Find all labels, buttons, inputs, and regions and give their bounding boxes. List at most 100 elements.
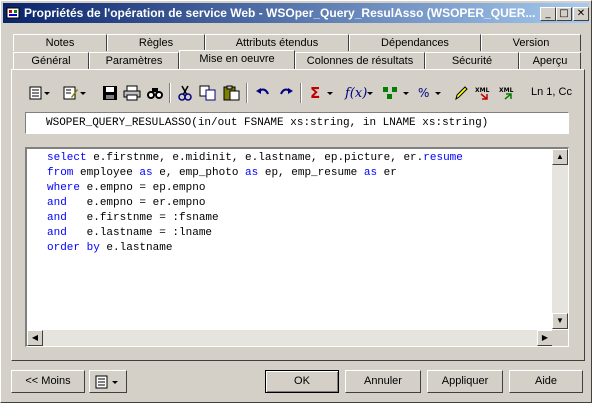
code-line: order by e.lastname bbox=[47, 241, 463, 256]
print-icon bbox=[123, 85, 141, 101]
help-button-label: Aide bbox=[534, 375, 558, 387]
xml-export-tool[interactable]: XML bbox=[499, 85, 517, 101]
tab-label: Version bbox=[512, 37, 550, 49]
code-keyword: and bbox=[47, 212, 67, 224]
find-icon bbox=[147, 88, 163, 99]
code-keyword: where bbox=[47, 182, 81, 194]
code-editor[interactable]: select e.firstnme, e.midinit, e.lastname… bbox=[25, 147, 569, 347]
code-text: er bbox=[377, 167, 397, 179]
save-tool[interactable] bbox=[102, 85, 118, 101]
tab-apercu[interactable]: Aperçu bbox=[519, 52, 581, 69]
scrollbar-corner bbox=[552, 330, 568, 346]
signature-field[interactable]: WSOPER_QUERY_RESULASSO(in/out FSNAME xs:… bbox=[25, 112, 569, 134]
maximize-button[interactable]: □ bbox=[556, 7, 572, 21]
edit-tool[interactable] bbox=[63, 85, 87, 101]
tab-label: Paramètres bbox=[105, 55, 163, 67]
window-title: Propriétés de l'opération de service Web… bbox=[24, 6, 536, 20]
undo-tool[interactable] bbox=[255, 85, 271, 101]
code-keyword: resume bbox=[423, 152, 463, 164]
code-text: ep, emp_resume bbox=[258, 167, 364, 179]
menu-icon bbox=[95, 375, 118, 389]
copy-tool[interactable] bbox=[199, 85, 217, 101]
sum-tool[interactable]: Σ bbox=[309, 85, 335, 101]
svg-text:%: % bbox=[418, 86, 429, 100]
paste-tool[interactable] bbox=[223, 85, 241, 101]
code-line: and e.firstnme = :fsname bbox=[47, 211, 463, 226]
tab-general[interactable]: Général bbox=[13, 52, 89, 69]
toolbar-separator bbox=[300, 83, 302, 103]
tab-label: Règles bbox=[138, 37, 174, 49]
tab-attributs-etendus[interactable]: Attributs étendus bbox=[205, 34, 349, 51]
tab-regles[interactable]: Règles bbox=[107, 34, 205, 51]
undo-icon bbox=[256, 88, 269, 95]
close-button[interactable]: ✕ bbox=[573, 7, 589, 21]
code-text: e.lastname = :lname bbox=[66, 227, 213, 239]
tab-parametres[interactable]: Paramètres bbox=[89, 52, 179, 69]
properties-dialog: Propriétés de l'opération de service Web… bbox=[0, 0, 592, 403]
code-text: e.empno = ep.empno bbox=[80, 182, 206, 194]
code-keyword: as bbox=[139, 167, 153, 179]
apply-button[interactable]: Appliquer bbox=[427, 370, 503, 393]
scroll-right-arrow-icon[interactable]: ▶ bbox=[537, 330, 553, 346]
scroll-down-arrow-icon[interactable]: ▼ bbox=[552, 313, 568, 329]
cursor-position: Ln 1, Cc bbox=[531, 86, 572, 98]
cancel-button[interactable]: Annuler bbox=[345, 370, 421, 393]
code-keyword: as bbox=[363, 167, 378, 179]
vertical-scrollbar[interactable]: ▲ ▼ bbox=[552, 149, 568, 329]
structure-tool[interactable] bbox=[382, 85, 410, 101]
less-button[interactable]: << Moins bbox=[11, 370, 85, 393]
code-content[interactable]: select e.firstnme, e.midinit, e.lastname… bbox=[47, 151, 463, 256]
code-keyword: and bbox=[47, 227, 67, 239]
tab-dependances[interactable]: Dépendances bbox=[349, 34, 481, 51]
horizontal-scrollbar[interactable]: ◀ ▶ bbox=[27, 330, 553, 346]
tab-colonnes-de-resultats[interactable]: Colonnes de résultats bbox=[295, 52, 425, 69]
tab-notes[interactable]: Notes bbox=[13, 34, 107, 51]
code-line: from employee as e, emp_photo as ep, emp… bbox=[47, 166, 463, 181]
cancel-button-label: Annuler bbox=[364, 375, 402, 387]
code-line: where e.empno = ep.empno bbox=[47, 181, 463, 196]
code-text: e.firstnme, e.midinit, e.lastname, ep.pi… bbox=[86, 152, 424, 164]
code-text: e.lastname bbox=[99, 242, 173, 254]
cut-tool[interactable] bbox=[177, 85, 193, 101]
pencil-tool[interactable] bbox=[453, 85, 469, 101]
svg-text:Σ: Σ bbox=[310, 85, 320, 101]
properties-tool[interactable] bbox=[29, 85, 51, 101]
code-line: and e.empno = er.empno bbox=[47, 196, 463, 211]
tab-securite[interactable]: Sécurité bbox=[425, 52, 519, 69]
xml-import-tool[interactable]: XML bbox=[475, 85, 493, 101]
xml-import-icon: XML bbox=[475, 87, 490, 100]
code-text: e, emp_photo bbox=[152, 167, 246, 179]
app-icon bbox=[6, 7, 20, 19]
code-line: and e.lastname = :lname bbox=[47, 226, 463, 241]
toolbar-separator bbox=[246, 83, 248, 103]
ok-button[interactable]: OK bbox=[265, 370, 339, 393]
tab-label: Aperçu bbox=[532, 55, 568, 67]
minimize-button[interactable]: _ bbox=[540, 7, 556, 21]
scroll-left-arrow-icon[interactable]: ◀ bbox=[27, 330, 43, 346]
svg-text:XML: XML bbox=[475, 87, 490, 94]
tab-label: Mise en oeuvre bbox=[199, 53, 275, 65]
menu-button[interactable] bbox=[89, 370, 127, 393]
code-text: employee bbox=[73, 167, 140, 179]
edit-icon bbox=[63, 86, 86, 100]
sum-icon: Σ bbox=[310, 85, 333, 101]
tab-version[interactable]: Version bbox=[481, 34, 581, 51]
find-tool[interactable] bbox=[146, 85, 164, 101]
title-bar[interactable]: Propriétés de l'opération de service Web… bbox=[3, 3, 589, 23]
code-keyword: and bbox=[47, 197, 67, 209]
function-tool[interactable]: f(x) bbox=[344, 85, 374, 101]
tab-label: Sécurité bbox=[451, 55, 493, 67]
code-text: e.empno = er.empno bbox=[66, 197, 206, 209]
copy-icon bbox=[199, 85, 216, 101]
tab-mise-en-oeuvre[interactable]: Mise en oeuvre bbox=[179, 50, 295, 69]
percent-tool[interactable]: % bbox=[417, 85, 443, 101]
code-keyword: from bbox=[47, 167, 74, 179]
scroll-up-arrow-icon[interactable]: ▲ bbox=[552, 149, 568, 165]
properties-icon bbox=[29, 86, 50, 100]
help-button[interactable]: Aide bbox=[509, 370, 583, 393]
cut-icon bbox=[178, 85, 192, 101]
print-tool[interactable] bbox=[123, 85, 141, 101]
less-button-label: << Moins bbox=[25, 375, 71, 387]
tab-label: Notes bbox=[45, 37, 75, 49]
redo-tool[interactable] bbox=[278, 85, 294, 101]
